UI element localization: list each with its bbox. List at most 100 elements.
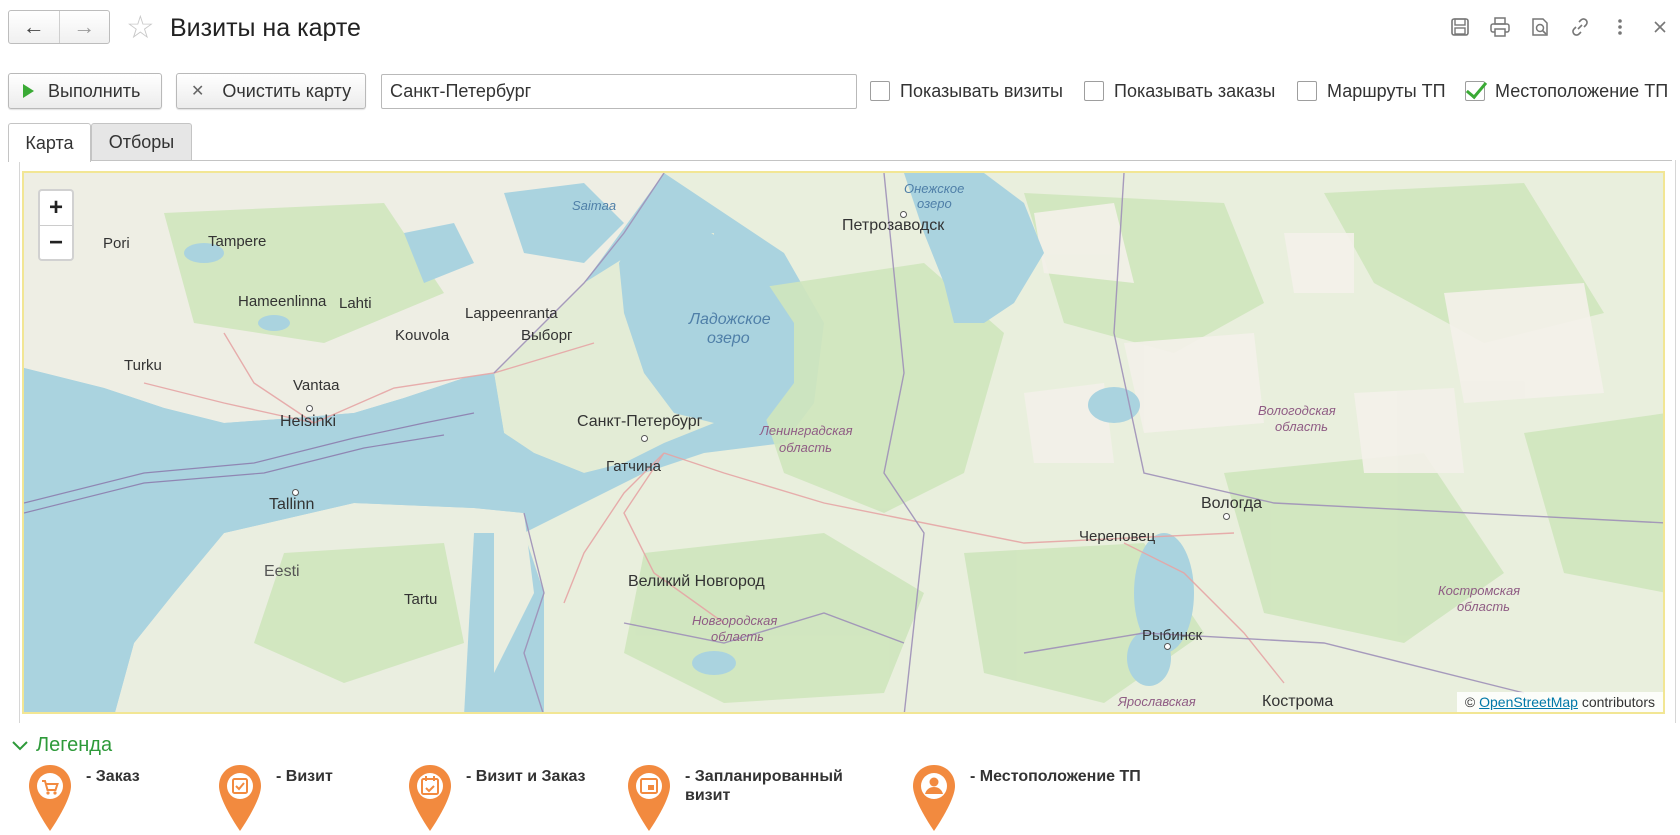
- tab-map[interactable]: Карта: [8, 123, 91, 162]
- map-label: Ярославская: [1118, 694, 1196, 709]
- map-label: Вологодская: [1258, 403, 1336, 418]
- play-icon: [23, 84, 34, 98]
- legend-item-order: - Заказ: [26, 763, 140, 833]
- legend-item-visit: - Визит: [216, 763, 333, 833]
- legend-label: - Местоположение ТП: [970, 768, 1141, 785]
- map-label: Костромская: [1438, 583, 1521, 598]
- map-label: Tartu: [404, 591, 438, 608]
- map-label: озеро: [707, 330, 750, 347]
- legend-toggle[interactable]: Легенда: [12, 734, 112, 757]
- map-label: Рыбинск: [1142, 627, 1203, 644]
- map-label: Санкт-Петербург: [577, 413, 703, 430]
- map-label: область: [779, 440, 832, 455]
- map-label: Kouvola: [395, 327, 450, 344]
- map-label: Lahti: [339, 295, 372, 312]
- close-icon[interactable]: [1640, 10, 1680, 44]
- run-button-label: Выполнить: [48, 80, 141, 101]
- city-dot: [306, 405, 313, 412]
- tab-label: Карта: [25, 132, 74, 153]
- back-arrow-icon[interactable]: ←: [9, 11, 59, 43]
- map-label: Череповец: [1079, 528, 1156, 545]
- legend-title: Легенда: [36, 734, 113, 756]
- clear-icon: ✕: [191, 83, 205, 100]
- chevron-down-icon: [12, 740, 28, 750]
- planned-visit-pin-icon: [625, 763, 673, 833]
- map-label: Вологда: [1201, 495, 1262, 512]
- map-label: Петрозаводск: [842, 217, 945, 234]
- map-label: Pori: [103, 235, 130, 252]
- checkbox-box[interactable]: [1297, 81, 1317, 101]
- zoom-control: + −: [38, 189, 74, 261]
- tab-filters[interactable]: Отборы: [91, 123, 192, 161]
- legend-label: - Визит и Заказ: [466, 768, 586, 785]
- map-label: Великий Новгород: [628, 573, 765, 590]
- routes-checkbox[interactable]: Маршруты ТП: [1297, 78, 1446, 104]
- zoom-out-button[interactable]: −: [40, 225, 72, 259]
- legend-label: - Запланированный: [685, 768, 843, 785]
- legend-item-agent-location: - Местоположение ТП: [910, 763, 1141, 833]
- tab-label: Отборы: [108, 132, 175, 152]
- map-label: Hameenlinna: [238, 293, 327, 310]
- legend-label-line2: визит: [685, 787, 731, 804]
- map-label: Turku: [124, 357, 162, 374]
- more-icon[interactable]: [1600, 10, 1640, 44]
- checkbox-label: Показывать визиты: [900, 80, 1063, 101]
- legend-item-visit-and-order: - Визит и Заказ: [406, 763, 586, 833]
- visit-pin-icon: [216, 763, 264, 833]
- legend-label: - Заказ: [86, 768, 140, 785]
- clear-map-button[interactable]: ✕ Очистить карту: [176, 73, 366, 109]
- map-label: Новгородская: [692, 613, 778, 628]
- clear-map-button-label: Очистить карту: [222, 80, 352, 101]
- map-label: Ладожское: [689, 311, 771, 328]
- map-label: Saimaa: [572, 198, 617, 213]
- page-title: Визиты на карте: [170, 14, 361, 42]
- show-orders-checkbox[interactable]: Показывать заказы: [1084, 78, 1275, 104]
- city-input[interactable]: [381, 74, 857, 109]
- city-dot: [292, 489, 299, 496]
- checkbox-box[interactable]: [1084, 81, 1104, 101]
- favorite-star-icon[interactable]: ☆: [126, 10, 155, 44]
- cart-pin-icon: [26, 763, 74, 833]
- link-icon[interactable]: [1560, 10, 1600, 44]
- map-label: Кострома: [1262, 693, 1334, 710]
- map-label: Tampere: [208, 233, 267, 250]
- map-label: Онежское: [904, 181, 965, 196]
- calendar-check-pin-icon: [406, 763, 454, 833]
- map-label: озеро: [917, 196, 952, 211]
- map-label: Выборг: [521, 327, 573, 344]
- window-actions: [1440, 10, 1680, 44]
- checkbox-label: Местоположение ТП: [1495, 80, 1669, 101]
- checkbox-label: Показывать заказы: [1114, 80, 1276, 101]
- map-tiles: [24, 173, 1663, 712]
- city-dot: [1223, 513, 1230, 520]
- attribution-suffix: contributors: [1581, 694, 1655, 710]
- legend-label: - Визит: [276, 768, 333, 785]
- print-icon[interactable]: [1480, 10, 1520, 44]
- attribution-prefix: ©: [1464, 694, 1476, 710]
- zoom-in-button[interactable]: +: [40, 191, 72, 225]
- map-label: область: [1275, 419, 1328, 434]
- legend-item-planned-visit: - Запланированный визит: [625, 763, 843, 833]
- show-visits-checkbox[interactable]: Показывать визиты: [870, 78, 1063, 104]
- city-dot: [1164, 643, 1171, 650]
- forward-arrow-icon[interactable]: →: [58, 11, 110, 43]
- map-label: Vantaa: [293, 377, 340, 394]
- run-button[interactable]: Выполнить: [8, 73, 162, 109]
- city-dot: [900, 211, 907, 218]
- map-label: Lappeenranta: [465, 305, 558, 322]
- checkbox-box-checked[interactable]: [1465, 81, 1485, 101]
- checkbox-box[interactable]: [870, 81, 890, 101]
- agent-location-checkbox[interactable]: Местоположение ТП: [1465, 78, 1668, 104]
- save-icon[interactable]: [1440, 10, 1480, 44]
- checkbox-label: Маршруты ТП: [1327, 80, 1446, 101]
- person-pin-icon: [910, 763, 958, 833]
- map-view[interactable]: Saimaa Онежское озеро Петрозаводск Pori …: [22, 171, 1665, 714]
- map-label: Eesti: [264, 563, 300, 580]
- map-label: Helsinki: [280, 413, 337, 430]
- map-label: Гатчина: [606, 458, 661, 475]
- osm-link[interactable]: OpenStreetMap: [1479, 694, 1578, 710]
- map-label: Tallinn: [269, 496, 315, 513]
- preview-icon[interactable]: [1520, 10, 1560, 44]
- map-label: область: [711, 629, 764, 644]
- map-label: Ленинградская: [760, 423, 853, 438]
